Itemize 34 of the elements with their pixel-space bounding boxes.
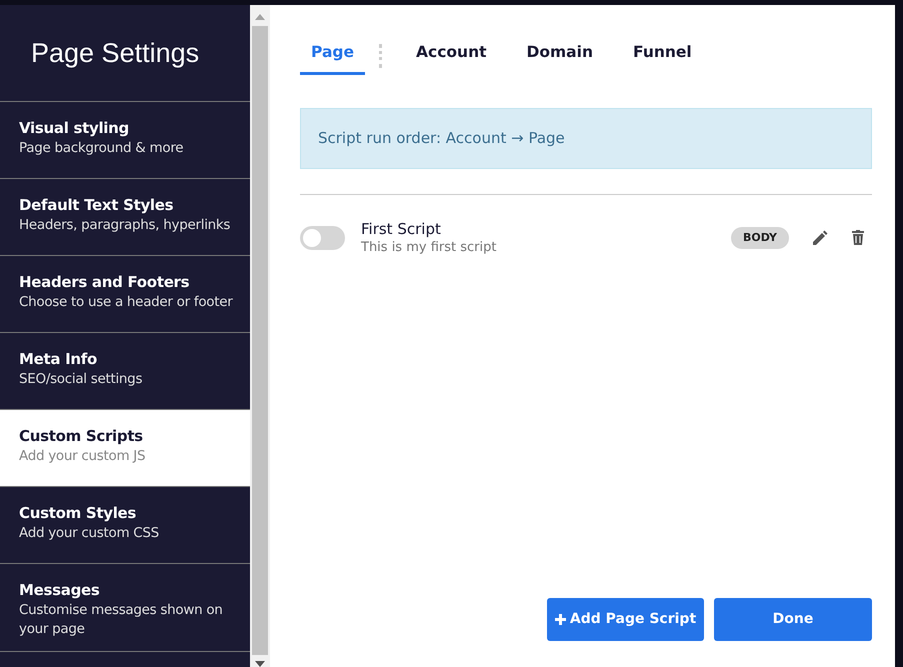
tab[interactable]: Domain (526, 37, 593, 76)
item-subtitle: Add your custom JS (19, 447, 146, 466)
add-page-script-button[interactable]: Add Page Script (547, 598, 704, 641)
item-title: Messages (19, 580, 101, 601)
sidebar-item[interactable]: Custom Scripts Add your custom JS (0, 410, 250, 487)
pencil-icon[interactable] (813, 230, 828, 246)
item-title: Meta Info (19, 349, 98, 370)
scroll-down-icon[interactable] (255, 661, 265, 667)
scrollbar-thumb[interactable] (252, 26, 268, 655)
item-subtitle: Customise messages shown on your page (19, 601, 224, 639)
script-description: This is my first script (361, 238, 498, 257)
script-tag: BODY (730, 226, 789, 249)
item-title: Custom Styles (19, 503, 138, 524)
item-subtitle: Add your custom CSS (19, 524, 160, 543)
tab[interactable]: Page (300, 37, 366, 76)
done-button[interactable]: Done (714, 598, 872, 641)
item-title: Headers and Footers (19, 272, 190, 293)
item-subtitle: Headers, paragraphs, hyperlinks (19, 216, 232, 235)
item-subtitle: SEO/social settings (19, 370, 144, 389)
scrollbar[interactable] (250, 5, 270, 667)
plus-icon (554, 614, 566, 625)
info-banner: Script run order: Account → Page (300, 108, 872, 169)
trash-icon[interactable] (852, 230, 864, 246)
item-title: Custom Scripts (19, 426, 144, 447)
tab[interactable]: Account (416, 37, 487, 76)
toggle-switch[interactable] (300, 226, 345, 250)
item-title: Visual styling (19, 118, 130, 139)
item-subtitle: Choose to use a header or footer (19, 293, 234, 312)
item-title: Default Text Styles (19, 195, 174, 216)
tab[interactable]: Funnel (633, 37, 692, 76)
script-name: First Script (361, 218, 442, 239)
scroll-up-icon[interactable] (255, 14, 265, 20)
sidebar-title: Page Settings (31, 36, 200, 70)
item-subtitle: Page background & more (19, 139, 184, 158)
